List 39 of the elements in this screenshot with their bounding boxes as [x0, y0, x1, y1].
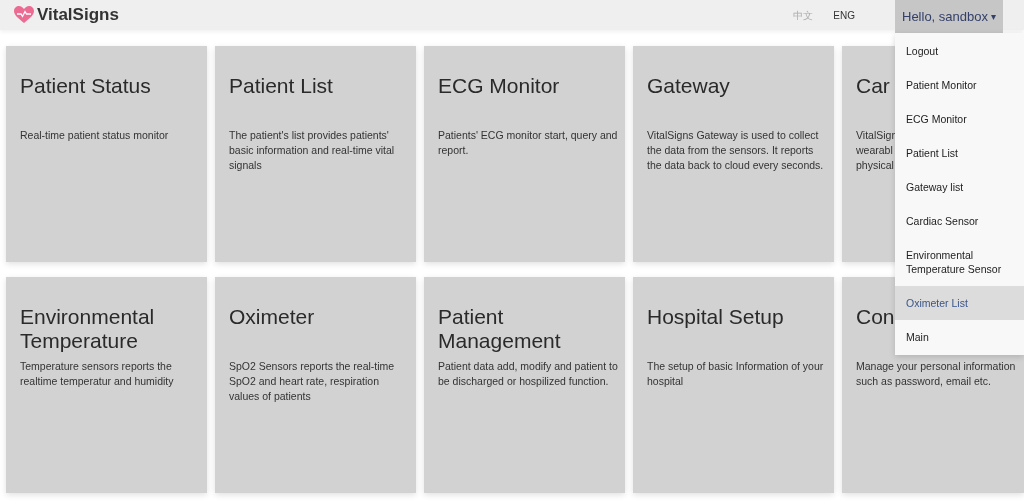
card-title: Patient Status: [20, 74, 151, 98]
card-title: Car: [856, 74, 890, 98]
card-background[interactable]: Patient List The patient's list provides patients' basic information and real-time vital signals: [215, 46, 416, 262]
card-title: Patient List: [229, 74, 333, 98]
menu-item[interactable]: Cardiac Sensor: [895, 204, 1024, 238]
card-background[interactable]: Hospital Setup The setup of basic Information of your hospital: [633, 277, 834, 493]
heart-icon: [14, 6, 34, 24]
menu-item[interactable]: Main: [895, 320, 1024, 354]
language-link[interactable]: ENG: [833, 7, 855, 23]
card-background[interactable]: Patient Status Real-time patient status monitor: [6, 46, 207, 262]
card-description: Patients' ECG monitor start, query and report.: [438, 128, 618, 158]
card-title: Gateway: [647, 74, 730, 98]
card-title: Environmental Temperature: [20, 305, 156, 353]
menu-item[interactable]: Gateway list: [895, 170, 1024, 204]
card-description: Temperature sensors reports the realtime temperatur and humidity: [20, 359, 174, 389]
card-description: VitalSigns Gateway is used to collect the data from the sensors. It reports the data back to cloud every seconds.: [647, 128, 824, 173]
card-description: Real-time patient status monitor: [20, 128, 169, 143]
card-description: The setup of basic Information of your hospital: [647, 359, 824, 389]
logo-text[interactable]: VitalSigns: [37, 2, 119, 28]
card-title: Oximeter: [229, 305, 315, 329]
card-background[interactable]: Patient Management Patient data add, modify and patient to be discharged or hospilized function.: [424, 277, 625, 493]
card-description: SpO2 Sensors reports the real-time SpO2 and heart rate, respiration values of patients: [229, 359, 395, 404]
menu-item[interactable]: ECG Monitor: [895, 102, 1024, 136]
card-title: Con: [856, 305, 895, 329]
card-title: Patient Management: [438, 305, 562, 353]
menu-item[interactable]: Oximeter List: [895, 286, 1024, 320]
menu-item[interactable]: Patient Monitor: [895, 68, 1024, 102]
card-background[interactable]: ECG Monitor Patients' ECG monitor start, query and report.: [424, 46, 625, 262]
card-background[interactable]: Gateway VitalSigns Gateway is used to collect the data from the sensors. It reports the data back to cloud every seconds.: [633, 46, 834, 262]
card-title: Hospital Setup: [647, 305, 784, 329]
user-menu-button[interactable]: Hello, sandbox ▾: [895, 0, 1003, 33]
card-description: The patient's list provides patients' basic information and real-time vital signals: [229, 128, 395, 173]
card-description: Manage your personal information such as password, email etc.: [856, 359, 1016, 389]
card-background[interactable]: Environmental Temperature Temperature sensors reports the realtime temperatur and humidity: [6, 277, 207, 493]
menu-item[interactable]: Patient List: [895, 136, 1024, 170]
card-description: Patient data add, modify and patient to be discharged or hospilized function.: [438, 359, 618, 389]
menu-item[interactable]: Logout: [895, 34, 1024, 68]
card-background[interactable]: Oximeter SpO2 Sensors reports the real-time SpO2 and heart rate, respiration values of patients: [215, 277, 416, 493]
card-title: ECG Monitor: [438, 74, 560, 98]
